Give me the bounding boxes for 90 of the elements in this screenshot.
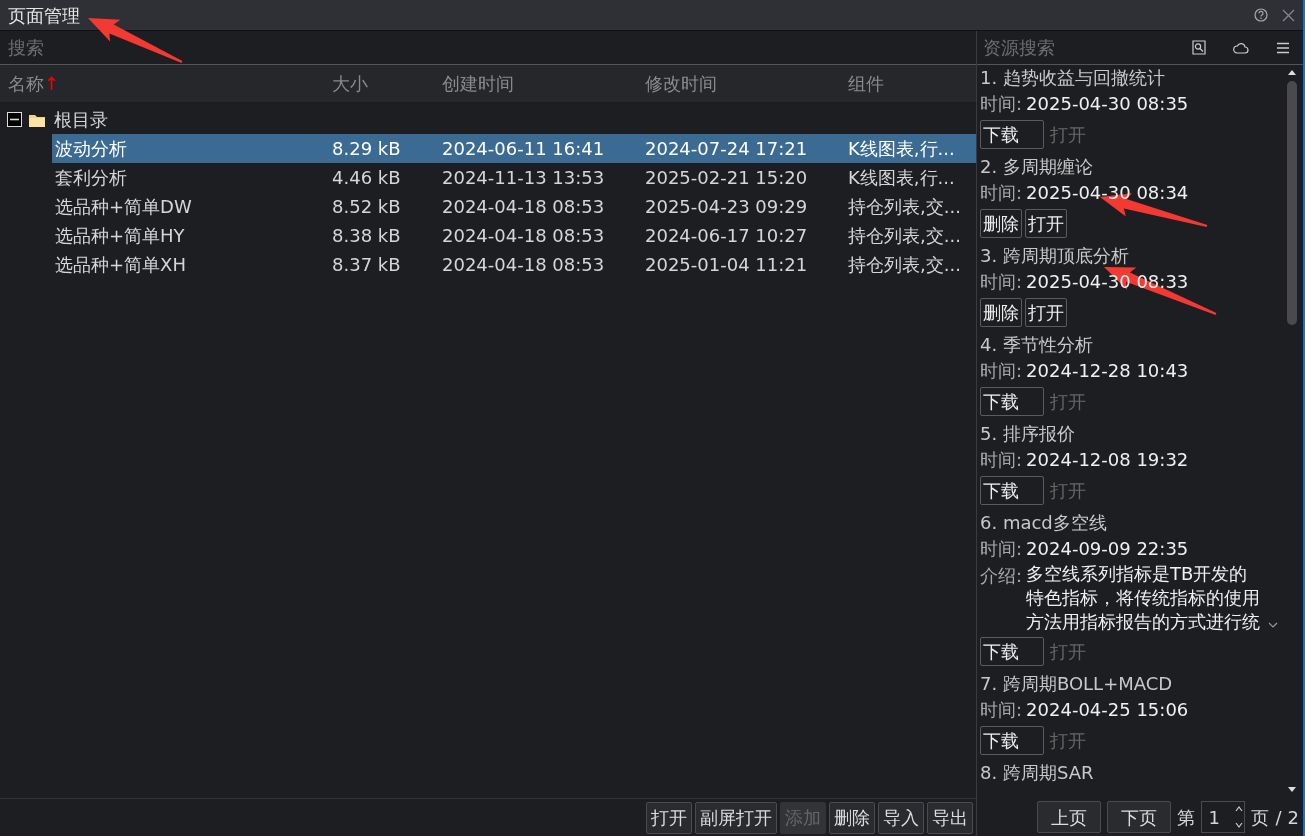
table-cell: 2025-01-04 11:21 [645, 254, 808, 275]
resource-title: 5. 排序报价 [980, 422, 1076, 446]
time-label: 时间: [980, 699, 1023, 720]
window-title: 页面管理 [8, 3, 80, 28]
table-cell: 持仓列表,交... [848, 254, 961, 275]
time-label: 时间: [980, 449, 1023, 470]
resource-button[interactable]: 下载 [980, 476, 1044, 505]
table-cell: 2024-11-13 13:53 [442, 167, 605, 188]
resource-title: 2. 多周期缠论 [980, 155, 1094, 179]
toolbar-button[interactable]: 导出 [927, 801, 973, 834]
table-cell: 2024-04-18 08:53 [442, 254, 605, 275]
time-label: 时间: [980, 360, 1023, 381]
toolbar-button[interactable]: 导入 [878, 801, 924, 834]
resource-button[interactable]: 下载 [980, 637, 1044, 666]
resource-button[interactable]: 下载 [980, 120, 1044, 149]
cloud-icon[interactable] [1233, 41, 1249, 54]
intro-label: 介绍: [980, 564, 1023, 588]
search-icon[interactable] [1192, 40, 1206, 55]
close-icon[interactable] [1282, 8, 1295, 22]
time-label: 时间: [980, 93, 1023, 114]
time-label: 时间: [980, 182, 1023, 203]
table-cell: 8.38 kB [332, 225, 401, 246]
sort-arrow-icon: ↑ [44, 73, 60, 94]
search-field[interactable]: 资源搜索 [977, 34, 1178, 61]
table-row[interactable]: 选品种+简单XH 8.37 kB 2024-04-18 08:53 2025-01-04 11:21 持仓列表,交... [52, 250, 976, 279]
table-row[interactable]: 选品种+简单DW 8.52 kB 2024-04-18 08:53 2025-04-23 09:29 持仓列表,交... [52, 192, 976, 221]
resource-button[interactable]: 删除 [980, 298, 1022, 327]
time-value: 2024-12-08 19:32 [1026, 449, 1189, 470]
table-cell: 2025-02-21 15:20 [645, 167, 808, 188]
table-row[interactable]: 套利分析 4.46 kB 2024-11-13 13:53 2025-02-21 15:20 K线图表,行... [52, 163, 976, 192]
collapse-toggle-icon[interactable] [7, 112, 22, 127]
time-value: 2025-04-30 08:34 [1026, 182, 1189, 203]
table-cell: 8.37 kB [332, 254, 401, 275]
page-label: 页 [1251, 805, 1270, 830]
table-cell: 2024-07-24 17:21 [645, 138, 808, 159]
help-icon[interactable] [1254, 8, 1268, 22]
table-cell: 8.52 kB [332, 196, 401, 217]
page-spinner[interactable]: 1 [1201, 801, 1246, 833]
table-cell: K线图表,行... [848, 138, 955, 159]
table-cell: 选品种+简单HY [55, 225, 185, 246]
time-value: 2024-12-28 10:43 [1026, 360, 1189, 381]
toolbar-button[interactable]: 副屏打开 [695, 801, 777, 834]
toolbar-button[interactable]: 打开 [646, 801, 692, 834]
time-value: 2024-09-09 22:35 [1026, 538, 1189, 559]
table-cell: K线图表,行... [848, 167, 955, 188]
resource-title: 7. 跨周期BOLL+MACD [980, 672, 1174, 696]
table-cell: 持仓列表,交... [848, 196, 961, 217]
page-label: 第 [1177, 805, 1196, 830]
menu-icon[interactable] [1276, 41, 1290, 54]
folder-name[interactable]: 根目录 [54, 106, 108, 133]
table-cell: 套利分析 [55, 167, 127, 188]
table-cell: 2024-04-18 08:53 [442, 225, 605, 246]
toolbar-button[interactable]: 删除 [829, 801, 875, 834]
table-cell: 2024-06-11 16:41 [442, 138, 605, 159]
table-cell: 选品种+简单DW [55, 196, 192, 217]
table-row[interactable]: 选品种+简单HY 8.38 kB 2024-04-18 08:53 2024-06-17 10:27 持仓列表,交... [52, 221, 976, 250]
page-total: 2 [1287, 805, 1299, 830]
table-cell: 4.46 kB [332, 167, 401, 188]
resource-title: 1. 趋势收益与回撤统计 [980, 66, 1166, 90]
table-cell: 2024-04-18 08:53 [442, 196, 605, 217]
table-cell: 持仓列表,交... [848, 225, 961, 246]
table-cell: 波动分析 [55, 138, 127, 159]
resource-title: 8. 跨周期SAR [980, 761, 1095, 785]
column-header[interactable]: 创建时间 [442, 73, 514, 94]
table-cell: 2024-06-17 10:27 [645, 225, 808, 246]
resource-button[interactable]: 下载 [980, 387, 1044, 416]
time-label: 时间: [980, 271, 1023, 292]
resource-title: 6. macd多空线 [980, 511, 1108, 535]
table-row[interactable]: 波动分析 8.29 kB 2024-06-11 16:41 2024-07-24 17:21 K线图表,行... [52, 134, 976, 163]
table-cell: 8.29 kB [332, 138, 401, 159]
prev-page-button[interactable]: 上页 [1037, 801, 1102, 833]
column-header[interactable]: 名称 [8, 73, 44, 94]
time-value: 2024-04-25 15:06 [1026, 699, 1189, 720]
next-page-button[interactable]: 下页 [1107, 801, 1172, 833]
time-value: 2025-04-30 08:35 [1026, 93, 1189, 114]
table-cell: 选品种+简单XH [55, 254, 186, 275]
chevron-down-icon[interactable] [1268, 622, 1279, 628]
resource-button[interactable]: 打开 [1025, 209, 1067, 238]
resource-button[interactable]: 下载 [980, 726, 1044, 755]
time-label: 时间: [980, 538, 1023, 559]
resource-button[interactable]: 删除 [980, 209, 1022, 238]
resource-title: 3. 跨周期顶底分析 [980, 244, 1130, 268]
table-cell: 2025-04-23 09:29 [645, 196, 808, 217]
intro-text: 多空线系列指标是TB开发的特色指标，将传统指标的使用方法用指标报告的方式进行统 [1026, 562, 1262, 634]
column-header[interactable]: 修改时间 [645, 73, 717, 94]
resource-button[interactable]: 打开 [1025, 298, 1067, 327]
column-header[interactable]: 组件 [848, 73, 884, 94]
column-header[interactable]: 大小 [332, 73, 368, 94]
page-separator: / [1275, 805, 1282, 830]
resource-title: 4. 季节性分析 [980, 333, 1094, 357]
